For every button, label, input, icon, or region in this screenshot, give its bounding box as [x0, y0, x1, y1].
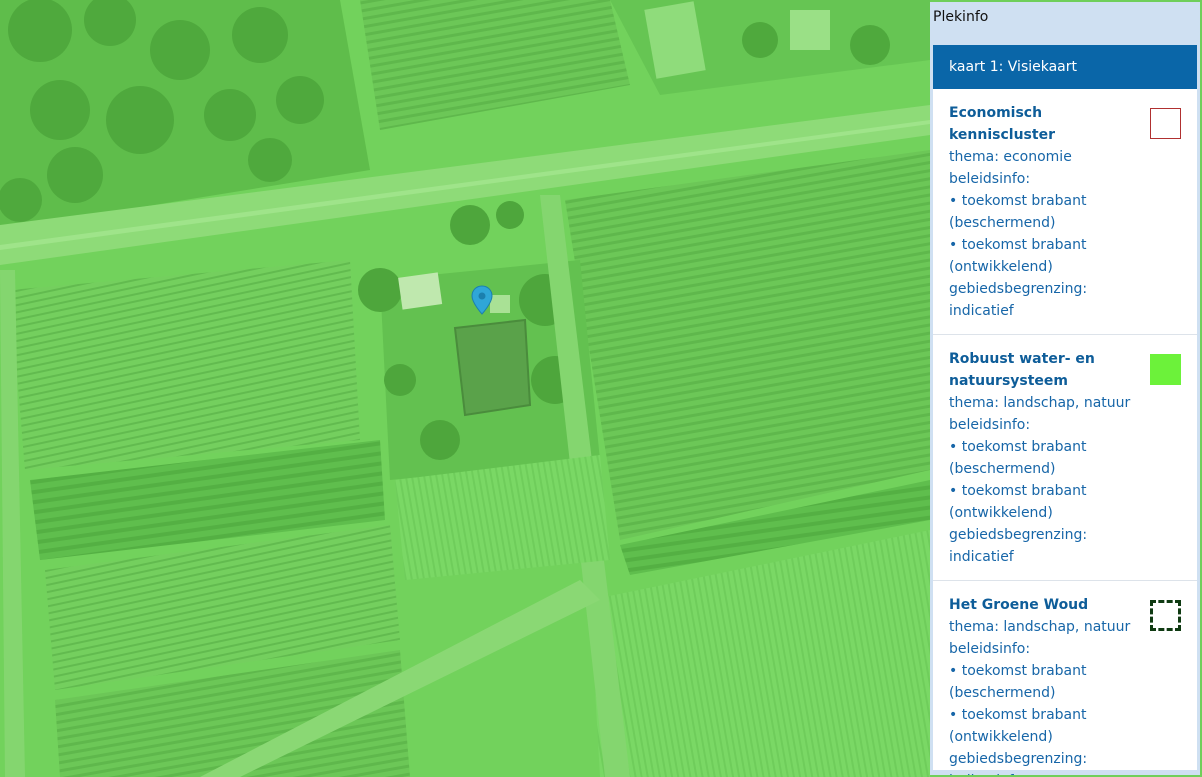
building-north-east: [790, 10, 830, 50]
legend-list: Economisch kenniscluster thema: economie…: [933, 89, 1197, 775]
legend-item[interactable]: Het Groene Woud thema: landschap, natuur…: [933, 581, 1197, 775]
barn-roof: [453, 318, 532, 417]
legend-item-title: Het Groene Woud: [949, 597, 1089, 613]
map-canvas[interactable]: [0, 0, 930, 777]
legend-item-bullet: • toekomst brabant (beschermend): [949, 663, 1087, 701]
legend-item-thema: thema: landschap, natuur: [949, 619, 1131, 635]
panel-title: Plekinfo: [933, 9, 989, 25]
legend-item-beleidsinfo: beleidsinfo:: [949, 171, 1031, 187]
legend-item-title: Robuust water- en natuursysteem: [949, 351, 1095, 389]
farm-house: [398, 272, 443, 310]
legend-item-bullet: • toekomst brabant (ontwikkelend): [949, 483, 1087, 521]
legend-item-bullet: • toekomst brabant (beschermend): [949, 193, 1087, 231]
legend-item-thema: thema: economie: [949, 149, 1072, 165]
legend-item-bullet: • toekomst brabant (ontwikkelend): [949, 237, 1087, 275]
legend-item-gebied: gebiedsbegrenzing: indicatief: [949, 281, 1088, 319]
location-pin-icon[interactable]: [471, 285, 493, 315]
legend-item[interactable]: Economisch kenniscluster thema: economie…: [933, 89, 1197, 335]
legend-item-beleidsinfo: beleidsinfo:: [949, 641, 1031, 657]
legend-swatch-outline: [1150, 108, 1181, 139]
legend-item-gebied: gebiedsbegrenzing: indicatief: [949, 751, 1088, 775]
legend-item[interactable]: Robuust water- en natuursysteem thema: l…: [933, 335, 1197, 581]
map-layer-header[interactable]: kaart 1: Visiekaart: [933, 45, 1197, 89]
legend-swatch-dashed: [1150, 600, 1181, 631]
field-west: [10, 260, 360, 470]
plekinfo-panel: Plekinfo kaart 1: Visiekaart Economisch …: [930, 2, 1200, 775]
legend-item-thema: thema: landschap, natuur: [949, 395, 1131, 411]
legend-item-bullet: • toekomst brabant (ontwikkelend): [949, 707, 1087, 745]
legend-item-title: Economisch kenniscluster: [949, 105, 1055, 143]
legend-swatch-fill: [1150, 354, 1181, 385]
field-east: [565, 150, 930, 540]
aerial-map: [0, 0, 930, 777]
legend-item-bullet: • toekomst brabant (beschermend): [949, 439, 1087, 477]
legend-item-gebied: gebiedsbegrenzing: indicatief: [949, 527, 1088, 565]
legend-item-beleidsinfo: beleidsinfo:: [949, 417, 1031, 433]
